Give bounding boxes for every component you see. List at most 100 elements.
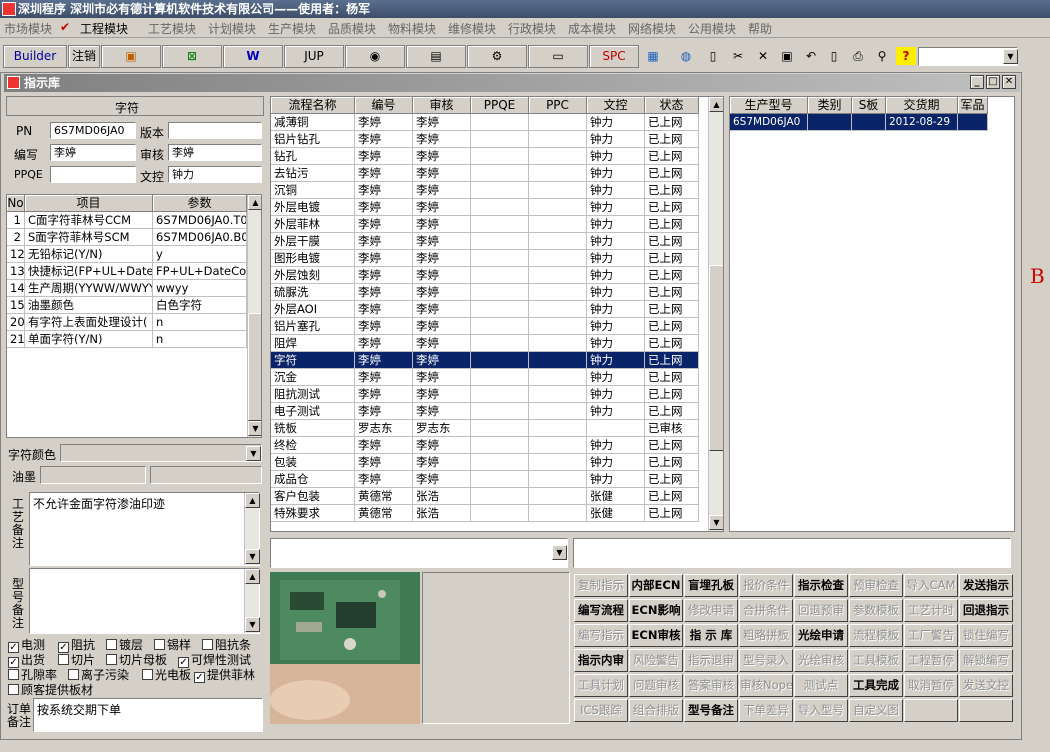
scroll-up-icon[interactable]: ▲ bbox=[709, 97, 723, 112]
menu-admin[interactable]: 行政模块 bbox=[508, 20, 556, 37]
action-button[interactable]: 流程模板 bbox=[849, 624, 903, 647]
action-button[interactable]: 审核Nope bbox=[739, 674, 793, 697]
action-button[interactable]: 发送指示 bbox=[959, 574, 1013, 597]
action-button[interactable]: ECN审核 bbox=[629, 624, 683, 647]
scroll-down-icon[interactable]: ▼ bbox=[248, 421, 261, 436]
process-row[interactable]: 外层干膜 李婷 李婷 钟力 已上网 bbox=[271, 233, 699, 250]
process-row[interactable]: 阻焊 李婷 李婷 钟力 已上网 bbox=[271, 335, 699, 352]
process-text-field[interactable] bbox=[573, 538, 1011, 568]
ink-field-2[interactable] bbox=[150, 466, 262, 484]
new-file-icon[interactable]: ▯ bbox=[702, 46, 724, 66]
model-header-3[interactable]: 交货期 bbox=[886, 97, 958, 114]
scroll-thumb[interactable] bbox=[709, 265, 723, 451]
process-row[interactable]: 字符 李婷 李婷 钟力 已上网 bbox=[271, 352, 699, 369]
ink-field-1[interactable] bbox=[40, 466, 146, 484]
toolbar-combo[interactable]: ▼ bbox=[918, 47, 1018, 66]
process-row[interactable]: 外层菲林 李婷 李婷 钟力 已上网 bbox=[271, 216, 699, 233]
action-button[interactable]: 回退预审 bbox=[794, 599, 848, 622]
scroll-down-icon[interactable]: ▼ bbox=[245, 617, 260, 632]
menu-plan[interactable]: 计划模块 bbox=[208, 20, 256, 37]
process-row[interactable]: 钻孔 李婷 李婷 钟力 已上网 bbox=[271, 148, 699, 165]
process-row[interactable]: 铣板 罗志东 罗志东 已审核 bbox=[271, 420, 699, 437]
action-button[interactable]: 指示退审 bbox=[684, 649, 738, 672]
model-row[interactable]: 6S7MD06JA0 2012-08-29 bbox=[730, 114, 988, 131]
chevron-down-icon[interactable]: ▼ bbox=[1003, 49, 1018, 64]
network-icon[interactable]: ⚙ bbox=[467, 45, 527, 68]
action-button[interactable]: 报价条件 bbox=[739, 574, 793, 597]
process-row[interactable]: 去钻污 李婷 李婷 钟力 已上网 bbox=[271, 165, 699, 182]
params-row[interactable]: 20 有字符上表面处理设计(n bbox=[7, 314, 247, 331]
save-icon[interactable]: ▣ bbox=[776, 46, 798, 66]
model-header-2[interactable]: S板 bbox=[852, 97, 886, 114]
action-button[interactable]: 指示内审 bbox=[574, 649, 628, 672]
minimize-button[interactable]: _ bbox=[970, 75, 984, 89]
reviewer-field[interactable]: 李婷 bbox=[168, 144, 262, 161]
help-icon[interactable]: ? bbox=[895, 46, 917, 66]
action-button[interactable]: 光绘申请 bbox=[794, 624, 848, 647]
action-button[interactable]: 光绘审核 bbox=[794, 649, 848, 672]
builder-button[interactable]: Builder bbox=[3, 45, 67, 68]
action-button[interactable]: 修改申请 bbox=[684, 599, 738, 622]
menu-cost[interactable]: 成本模块 bbox=[568, 20, 616, 37]
action-button[interactable]: 编写指示 bbox=[574, 624, 628, 647]
doc-control-field[interactable]: 钟力 bbox=[168, 166, 262, 183]
action-button[interactable]: 锁住编写 bbox=[959, 624, 1013, 647]
computer-icon[interactable]: ▭ bbox=[528, 45, 588, 68]
menu-production[interactable]: 生产模块 bbox=[268, 20, 316, 37]
process-header-4[interactable]: PPC bbox=[529, 97, 587, 114]
action-button[interactable]: 型号录入 bbox=[739, 649, 793, 672]
delete-icon[interactable]: ✕ bbox=[752, 46, 774, 66]
checkbox-13[interactable]: 顾客提供板材 bbox=[8, 681, 93, 698]
params-row[interactable]: 21 单面字符(Y/N) n bbox=[7, 331, 247, 348]
action-button[interactable]: 参数模板 bbox=[849, 599, 903, 622]
jup-button[interactable]: JUP bbox=[284, 45, 344, 68]
process-row[interactable]: 减薄铜 李婷 李婷 钟力 已上网 bbox=[271, 114, 699, 131]
action-button[interactable]: 编写流程 bbox=[574, 599, 628, 622]
action-button[interactable]: 解锁编写 bbox=[959, 649, 1013, 672]
action-button[interactable]: 预审检查 bbox=[849, 574, 903, 597]
process-row[interactable]: 硫脲洗 李婷 李婷 钟力 已上网 bbox=[271, 284, 699, 301]
model-header-0[interactable]: 生产型号 bbox=[730, 97, 808, 114]
action-button[interactable]: 问题审核 bbox=[629, 674, 683, 697]
action-button[interactable]: 型号备注 bbox=[684, 699, 738, 722]
scroll-up-icon[interactable]: ▲ bbox=[248, 195, 261, 210]
action-button[interactable] bbox=[904, 699, 958, 722]
order-note-area[interactable]: 按系统交期下单 bbox=[33, 698, 263, 732]
menu-repair[interactable]: 维修模块 bbox=[448, 20, 496, 37]
process-row[interactable]: 铝片钻孔 李婷 李婷 钟力 已上网 bbox=[271, 131, 699, 148]
action-button[interactable]: 测试点 bbox=[794, 674, 848, 697]
process-row[interactable]: 图形电镀 李婷 李婷 钟力 已上网 bbox=[271, 250, 699, 267]
menu-material[interactable]: 物料模块 bbox=[388, 20, 436, 37]
process-row[interactable]: 外层电镀 李婷 李婷 钟力 已上网 bbox=[271, 199, 699, 216]
scroll-up-icon[interactable]: ▲ bbox=[245, 569, 260, 584]
checkbox-12[interactable]: ✓ 提供菲林 bbox=[194, 666, 255, 683]
author-field[interactable]: 李婷 bbox=[50, 144, 136, 161]
scroll-down-icon[interactable]: ▼ bbox=[245, 549, 260, 564]
action-button[interactable]: 工艺计时 bbox=[904, 599, 958, 622]
action-button[interactable]: 复制指示 bbox=[574, 574, 628, 597]
process-row[interactable]: 阻抗测试 李婷 李婷 钟力 已上网 bbox=[271, 386, 699, 403]
checkbox-11[interactable]: 光电板 bbox=[142, 666, 191, 683]
color-select[interactable]: ▼ bbox=[60, 444, 262, 462]
menu-quality[interactable]: 品质模块 bbox=[328, 20, 376, 37]
action-button[interactable]: 合拼条件 bbox=[739, 599, 793, 622]
ppqe-field[interactable] bbox=[50, 166, 136, 183]
window-icon[interactable]: ▦ bbox=[642, 46, 664, 66]
params-row[interactable]: 14 生产周期(YYWW/WWYY) wwyy bbox=[7, 280, 247, 297]
excel-icon[interactable]: ⊠ bbox=[162, 45, 222, 68]
cut-icon[interactable]: ✂ bbox=[727, 46, 749, 66]
maximize-button[interactable]: □ bbox=[986, 75, 1000, 89]
craft-note-scrollbar[interactable]: ▲ ▼ bbox=[244, 493, 260, 565]
process-row[interactable]: 成品仓 李婷 李婷 钟力 已上网 bbox=[271, 471, 699, 488]
action-button[interactable]: 发送文控 bbox=[959, 674, 1013, 697]
ppt-icon[interactable]: ▣ bbox=[101, 45, 161, 68]
close-button[interactable]: ✕ bbox=[1002, 75, 1016, 89]
process-header-5[interactable]: 文控 bbox=[587, 97, 645, 114]
action-button[interactable]: 自定义图 bbox=[849, 699, 903, 722]
chevron-down-icon[interactable]: ▼ bbox=[552, 545, 567, 560]
menu-help[interactable]: 帮助 bbox=[748, 20, 772, 37]
action-button[interactable] bbox=[959, 699, 1013, 722]
action-button[interactable]: ICS跟踪 bbox=[574, 699, 628, 722]
process-row[interactable]: 终检 李婷 李婷 钟力 已上网 bbox=[271, 437, 699, 454]
scroll-down-icon[interactable]: ▼ bbox=[709, 515, 723, 530]
